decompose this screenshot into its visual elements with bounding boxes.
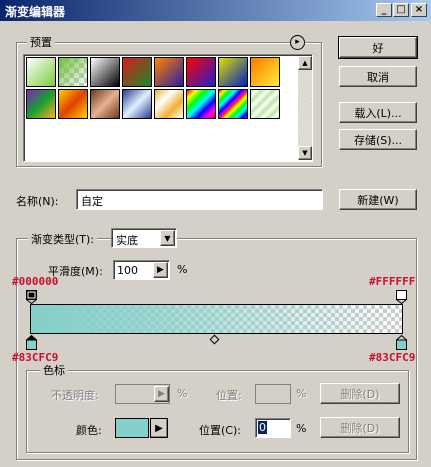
preset-swatch[interactable] xyxy=(58,89,88,119)
preset-scrollbar[interactable]: ▲ ▼ xyxy=(298,56,312,160)
scroll-up-icon[interactable]: ▲ xyxy=(298,56,312,70)
location2-value: 0 xyxy=(258,421,267,434)
scroll-down-icon[interactable]: ▼ xyxy=(298,146,312,160)
opacity-slider-icon[interactable]: ▶ xyxy=(154,386,169,402)
smoothness-value: 100 xyxy=(117,264,138,277)
smoothness-unit: % xyxy=(177,263,188,276)
gradient-type-select[interactable]: 实底 ▼ xyxy=(111,228,177,248)
cancel-button[interactable]: 取消 xyxy=(339,66,417,87)
gradient-type-label: 渐变类型(T): xyxy=(28,231,98,247)
preset-swatch-area: ▲ ▼ xyxy=(23,54,313,162)
name-value: 自定 xyxy=(81,195,103,208)
location2-input[interactable]: 0 xyxy=(255,418,291,438)
load-button[interactable]: 载入(L)... xyxy=(339,102,417,123)
save-button[interactable]: 存储(S)... xyxy=(339,129,417,150)
opacity-label: 不透明度: xyxy=(51,389,99,402)
color-label: 颜色: xyxy=(76,424,102,437)
opacity-unit: % xyxy=(177,387,188,400)
name-label: 名称(N): xyxy=(16,195,59,208)
smoothness-input[interactable]: 100 ▶ xyxy=(113,260,170,280)
left-opacity-stop[interactable] xyxy=(25,290,38,305)
preset-swatch[interactable] xyxy=(186,57,216,87)
right-color-stop-label: #83CFC9 xyxy=(369,351,416,364)
window-title: 渐变编辑器 xyxy=(5,5,66,19)
right-opacity-stop-label: #FFFFFF xyxy=(369,275,416,288)
maximize-button[interactable]: □ xyxy=(393,3,409,17)
close-button[interactable]: × xyxy=(411,3,427,17)
preset-swatch[interactable] xyxy=(218,89,248,119)
preset-swatch[interactable] xyxy=(26,57,56,87)
preset-swatch[interactable] xyxy=(26,89,56,119)
preset-swatch[interactable] xyxy=(250,89,280,119)
location1-input[interactable] xyxy=(255,384,291,404)
left-opacity-stop-label: #000000 xyxy=(12,275,59,288)
presets-label: 预置 xyxy=(27,34,55,50)
color-menu-icon[interactable]: ▶ xyxy=(150,418,168,438)
location1-unit: % xyxy=(296,387,307,400)
location2-label: 位置(C): xyxy=(199,424,241,437)
right-color-stop[interactable] xyxy=(395,334,408,350)
preset-swatch[interactable] xyxy=(218,57,248,87)
preset-swatch[interactable] xyxy=(250,57,280,87)
preset-swatch[interactable] xyxy=(90,57,120,87)
presets-menu-icon[interactable]: ▸ xyxy=(290,35,305,50)
ok-button[interactable]: 好 xyxy=(338,36,418,59)
new-button[interactable]: 新建(W) xyxy=(339,189,417,210)
smoothness-slider-icon[interactable]: ▶ xyxy=(153,262,168,278)
preset-swatch[interactable] xyxy=(122,89,152,119)
opacity-input[interactable]: ▶ xyxy=(115,384,170,404)
gradient-preview-bar[interactable] xyxy=(30,304,403,334)
preset-swatch[interactable] xyxy=(154,89,184,119)
stop-color-swatch[interactable] xyxy=(115,418,149,438)
delete-color-stop-button[interactable]: 删除(D) xyxy=(320,417,400,438)
title-bar: 渐变编辑器 _ □ × xyxy=(0,0,431,21)
stops-label: 色标 xyxy=(40,362,68,378)
location2-unit: % xyxy=(296,422,307,435)
preset-swatch[interactable] xyxy=(58,57,88,87)
preset-swatch[interactable] xyxy=(154,57,184,87)
left-color-stop[interactable] xyxy=(25,334,38,350)
preset-swatch[interactable] xyxy=(186,89,216,119)
delete-opacity-stop-button[interactable]: 删除(D) xyxy=(320,383,400,404)
preset-swatch[interactable] xyxy=(122,57,152,87)
gradient-type-value: 实底 xyxy=(116,234,138,247)
name-input[interactable]: 自定 xyxy=(76,189,323,210)
preset-swatch[interactable] xyxy=(90,89,120,119)
location1-label: 位置: xyxy=(216,389,242,402)
right-opacity-stop[interactable] xyxy=(395,290,408,305)
minimize-button[interactable]: _ xyxy=(376,3,392,17)
chevron-down-icon[interactable]: ▼ xyxy=(160,230,175,246)
